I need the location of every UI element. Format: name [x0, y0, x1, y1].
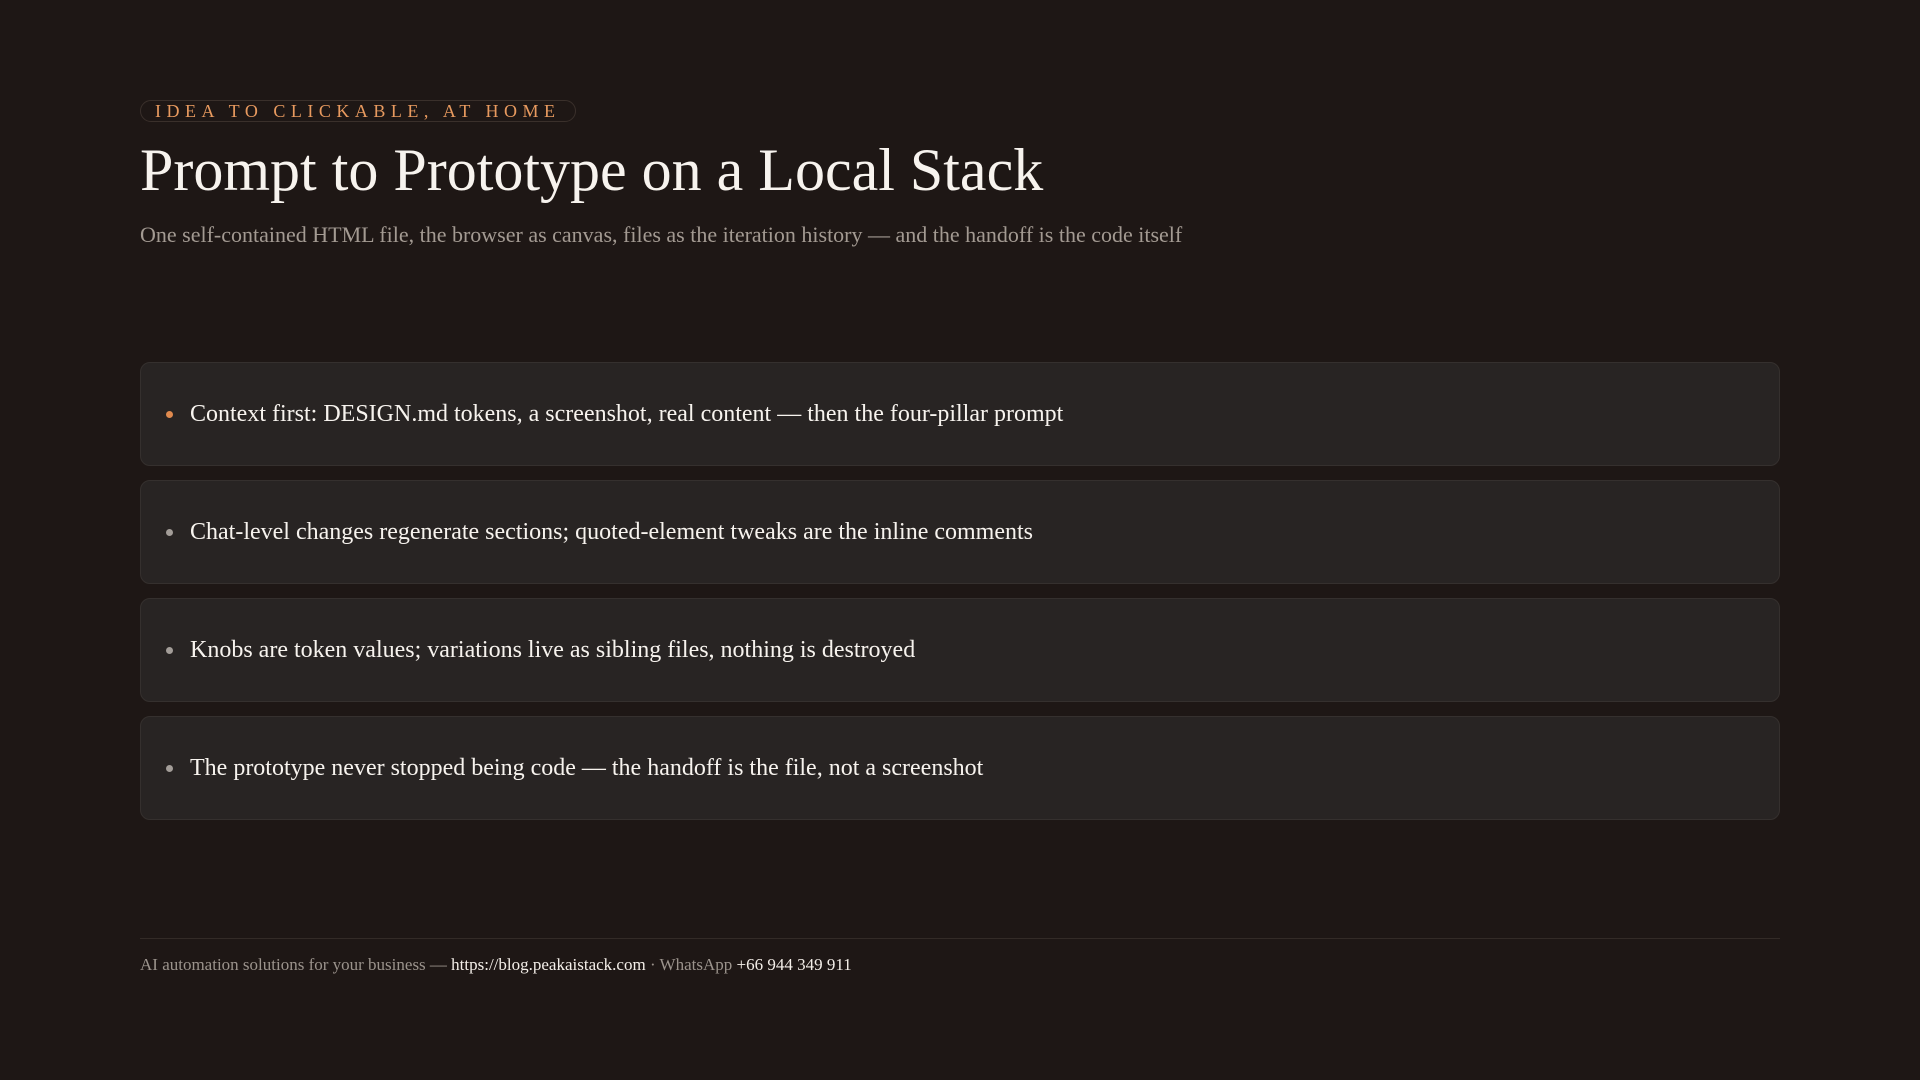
page-subtitle: One self-contained HTML file, the browse… [140, 222, 1183, 247]
eyebrow-badge: IDEA TO CLICKABLE, AT HOME [140, 100, 576, 122]
bullet-card: Chat-level changes regenerate sections; … [140, 480, 1780, 584]
bullet-dot-icon [166, 764, 173, 772]
footer: AI automation solutions for your busines… [140, 938, 1780, 975]
bullet-text: Chat-level changes regenerate sections; … [190, 518, 1033, 545]
slide: IDEA TO CLICKABLE, AT HOME Prompt to Pro… [140, 100, 1780, 974]
bullet-dot-icon [166, 646, 173, 654]
whatsapp-number: +66 944 349 911 [736, 955, 852, 974]
bullet-text: The prototype never stopped being code —… [190, 754, 984, 781]
bullet-dot-icon [166, 410, 173, 418]
bullet-list: Context first: DESIGN.md tokens, a scree… [140, 362, 1780, 834]
bullet-card: The prototype never stopped being code —… [140, 716, 1780, 820]
bullet-card: Context first: DESIGN.md tokens, a scree… [140, 362, 1780, 466]
blog-link[interactable]: https://blog.peakaistack.com [451, 955, 646, 974]
bullet-text: Context first: DESIGN.md tokens, a scree… [190, 400, 1064, 427]
bullet-text: Knobs are token values; variations live … [190, 636, 916, 663]
bullet-dot-icon [166, 528, 173, 536]
footer-separator: · WhatsApp [649, 955, 733, 974]
page-title: Prompt to Prototype on a Local Stack [140, 137, 1044, 203]
footer-tagline: AI automation solutions for your busines… [140, 955, 447, 974]
bullet-card: Knobs are token values; variations live … [140, 598, 1780, 702]
